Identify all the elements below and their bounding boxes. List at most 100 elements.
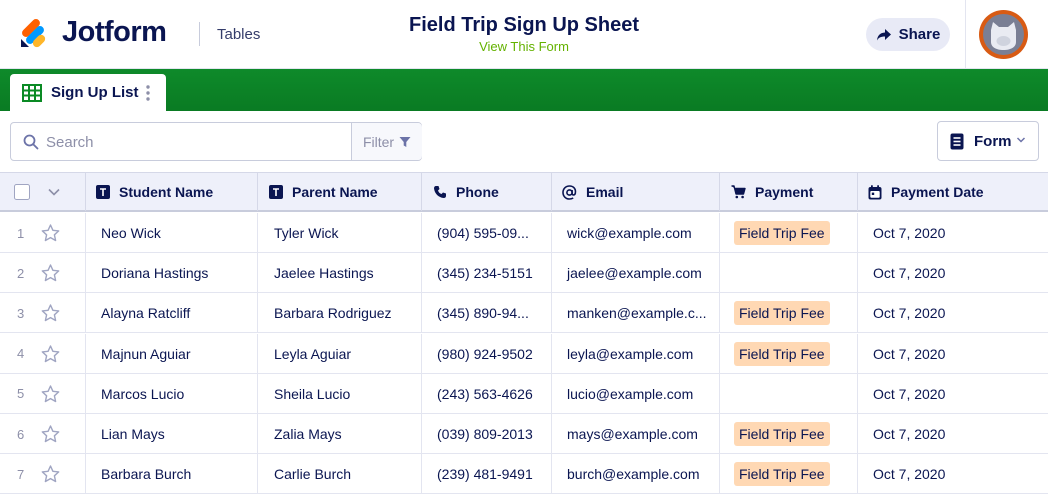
shopping-cart-icon	[731, 185, 746, 199]
chevron-down-icon[interactable]	[47, 185, 61, 199]
cell-payment-date[interactable]: Oct 7, 2020	[858, 454, 1048, 494]
cell-text: Carlie Burch	[274, 466, 352, 483]
cell-email[interactable]: jaelee@example.com	[552, 253, 720, 294]
cell-student-name[interactable]: Doriana Hastings	[86, 253, 258, 294]
text-field-icon	[269, 185, 283, 199]
cell-text: (980) 924-9502	[437, 345, 533, 362]
cell-phone[interactable]: (243) 563-4626	[422, 373, 552, 414]
cell-parent-name[interactable]: Jaelee Hastings	[258, 253, 422, 294]
form-view-button[interactable]: Form	[937, 121, 1039, 161]
cell-parent-name[interactable]: Barbara Rodriguez	[258, 293, 422, 334]
cell-payment[interactable]	[720, 253, 858, 294]
cell-payment-date[interactable]: Oct 7, 2020	[858, 253, 1048, 293]
table-row[interactable]: 2 Doriana Hastings Jaelee Hastings (345) 23…	[0, 253, 1048, 294]
cell-parent-name[interactable]: Leyla Aguiar	[258, 333, 422, 374]
column-header-phone[interactable]: Phone	[422, 173, 552, 211]
calendar-icon	[868, 184, 882, 199]
avatar[interactable]	[979, 10, 1028, 59]
tab-sign-up-list[interactable]: Sign Up List	[10, 74, 166, 111]
star-icon[interactable]	[41, 425, 60, 443]
cell-text: (243) 563-4626	[437, 385, 533, 402]
cell-payment-date[interactable]: Oct 7, 2020	[858, 414, 1048, 454]
jotform-logo-icon	[21, 19, 46, 48]
view-form-link[interactable]: View This Form	[324, 39, 724, 54]
tab-label: Sign Up List	[51, 84, 139, 101]
cell-phone[interactable]: (904) 595-09...	[422, 213, 552, 253]
at-sign-icon	[562, 184, 577, 200]
form-document-icon	[950, 133, 964, 149]
cell-text: (345) 234-5151	[437, 265, 533, 282]
table-row[interactable]: 5 Marcos Lucio Sheila Lucio (243) 563-4626 l…	[0, 373, 1048, 414]
cell-parent-name[interactable]: Carlie Burch	[258, 454, 422, 494]
search-icon	[23, 134, 39, 150]
table-row[interactable]: 1 Neo Wick Tyler Wick (904) 595-09... wick@e…	[0, 213, 1048, 253]
cell-email[interactable]: lucio@example.com	[552, 373, 720, 414]
star-icon[interactable]	[41, 465, 60, 483]
cell-student-name[interactable]: Barbara Burch	[86, 454, 258, 494]
jotform-logo[interactable]: Jotform	[18, 15, 167, 49]
cell-student-name[interactable]: Lian Mays	[86, 414, 258, 454]
cell-parent-name[interactable]: Tyler Wick	[258, 213, 422, 253]
more-vertical-icon[interactable]	[146, 84, 150, 102]
cell-parent-name[interactable]: Zalia Mays	[258, 414, 422, 454]
cell-payment-date[interactable]: Oct 7, 2020	[858, 374, 1048, 414]
column-label: Parent Name	[292, 184, 378, 200]
column-header-student-name[interactable]: Student Name	[86, 173, 258, 211]
select-all-checkbox[interactable]	[14, 184, 30, 200]
cell-phone[interactable]: (980) 924-9502	[422, 333, 552, 374]
cell-student-name[interactable]: Neo Wick	[86, 213, 258, 253]
cell-phone[interactable]: (345) 234-5151	[422, 253, 552, 294]
cell-text: mays@example.com	[567, 426, 698, 442]
star-icon[interactable]	[41, 344, 60, 363]
cell-email[interactable]: wick@example.com	[552, 213, 720, 253]
top-header: Jotform Tables Field Trip Sign Up Sheet …	[0, 0, 1048, 69]
cell-payment[interactable]: Field Trip Fee	[720, 333, 858, 374]
tables-link[interactable]: Tables	[217, 26, 260, 43]
cell-email[interactable]: mays@example.com	[552, 414, 720, 454]
cell-payment[interactable]: Field Trip Fee	[720, 454, 858, 494]
row-number: 1	[17, 225, 25, 241]
filter-button[interactable]: Filter	[351, 123, 422, 160]
cell-payment[interactable]: Field Trip Fee	[720, 293, 858, 334]
avatar-image	[983, 14, 1024, 55]
row-number: 3	[17, 305, 25, 321]
column-label: Phone	[456, 184, 499, 200]
table-row[interactable]: 3 Alayna Ratcliff Barbara Rodriguez (345) 8…	[0, 293, 1048, 334]
cell-parent-name[interactable]: Sheila Lucio	[258, 373, 422, 414]
cell-phone[interactable]: (239) 481-9491	[422, 454, 552, 494]
row-number: 5	[17, 386, 25, 402]
cell-payment[interactable]: Field Trip Fee	[720, 414, 858, 454]
cell-payment[interactable]	[720, 373, 858, 414]
table-row[interactable]: 6 Lian Mays Zalia Mays (039) 809-2013 mays@e…	[0, 414, 1048, 454]
cell-payment[interactable]: Field Trip Fee	[720, 213, 858, 253]
star-icon[interactable]	[41, 304, 60, 322]
cell-email[interactable]: manken@example.c...	[552, 293, 720, 334]
cell-payment-date[interactable]: Oct 7, 2020	[858, 293, 1048, 333]
cell-payment-date[interactable]: Oct 7, 2020	[858, 213, 1048, 253]
cell-text: Leyla Aguiar	[274, 345, 352, 362]
column-header-parent-name[interactable]: Parent Name	[258, 173, 422, 211]
row-leading-cell: 1	[0, 213, 86, 253]
column-header-email[interactable]: Email	[552, 173, 720, 211]
table-row[interactable]: 7 Barbara Burch Carlie Burch (239) 481-9491…	[0, 454, 1048, 494]
cell-email[interactable]: burch@example.com	[552, 454, 720, 494]
cell-student-name[interactable]: Majnun Aguiar	[86, 333, 258, 374]
cell-phone[interactable]: (039) 809-2013	[422, 414, 552, 454]
share-button[interactable]: Share	[866, 18, 950, 51]
cell-student-name[interactable]: Marcos Lucio	[86, 373, 258, 414]
cell-text: burch@example.com	[567, 466, 700, 483]
cell-email[interactable]: leyla@example.com	[552, 333, 720, 374]
cell-text: (039) 809-2013	[437, 426, 533, 442]
select-all-header	[0, 173, 86, 211]
column-header-payment[interactable]: Payment	[720, 173, 858, 211]
star-icon[interactable]	[41, 264, 60, 282]
cell-text: Lian Mays	[101, 426, 165, 442]
star-icon[interactable]	[41, 224, 60, 242]
search-input[interactable]	[46, 132, 346, 152]
star-icon[interactable]	[41, 385, 60, 403]
table-row[interactable]: 4 Majnun Aguiar Leyla Aguiar (980) 924-9502…	[0, 333, 1048, 374]
cell-phone[interactable]: (345) 890-94...	[422, 293, 552, 334]
cell-student-name[interactable]: Alayna Ratcliff	[86, 293, 258, 334]
column-header-payment-date[interactable]: Payment Date	[858, 173, 1048, 211]
cell-payment-date[interactable]: Oct 7, 2020	[858, 334, 1048, 374]
